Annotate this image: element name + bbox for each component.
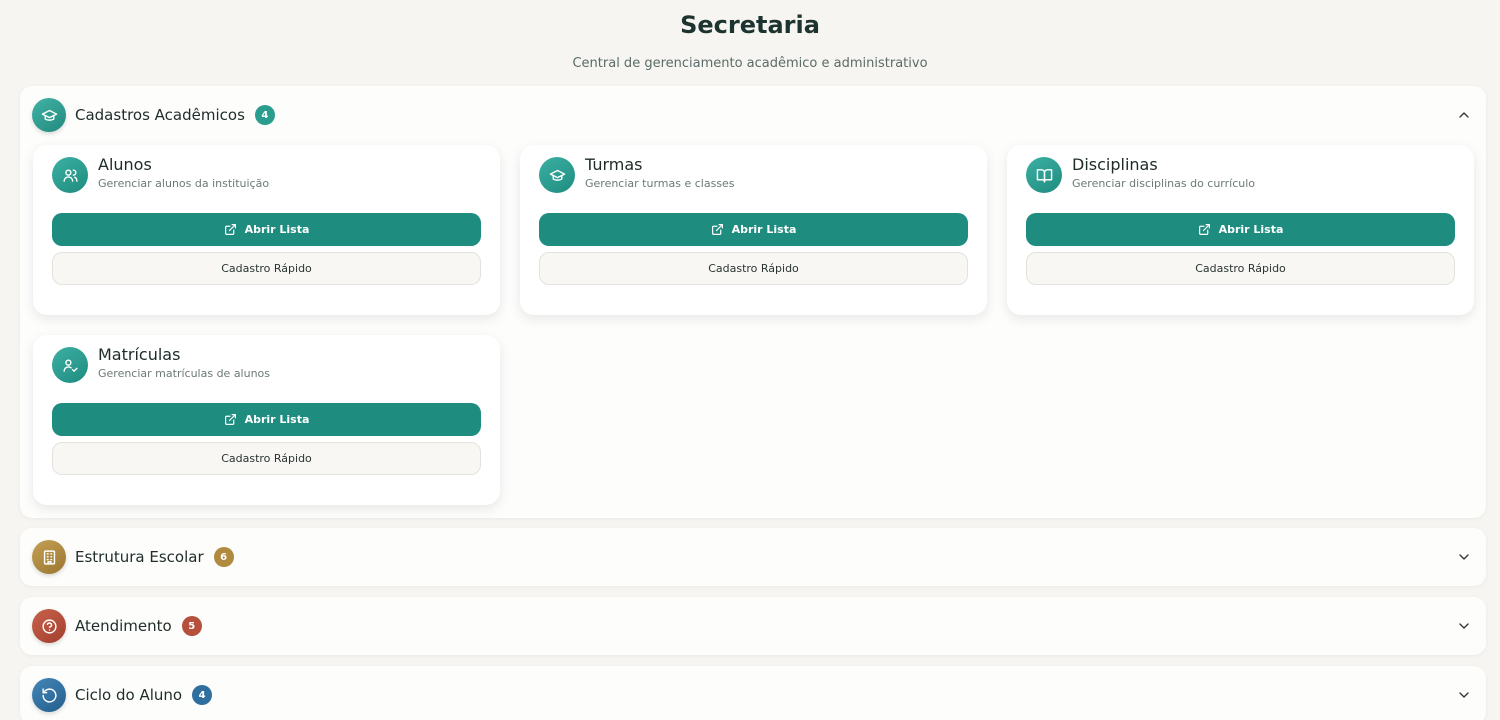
external-link-icon	[711, 224, 723, 235]
section-ciclo-do-aluno: Ciclo do Aluno 4	[20, 666, 1486, 720]
open-list-label: Abrir Lista	[244, 413, 310, 426]
card-title: Disciplinas	[1072, 155, 1158, 174]
external-link-icon	[224, 414, 236, 425]
card-description: Gerenciar alunos da instituição	[98, 177, 270, 190]
open-list-label: Abrir Lista	[731, 223, 797, 236]
card-title: Turmas	[585, 155, 643, 174]
card-description: Gerenciar disciplinas do currículo	[1072, 177, 1256, 190]
section-title: Ciclo do Aluno	[75, 686, 183, 704]
card-alunos: Alunos Gerenciar alunos da instituição A…	[33, 145, 500, 315]
card-title: Matrículas	[98, 345, 181, 364]
section-title: Atendimento	[75, 617, 172, 635]
section-cadastros-academicos: Cadastros Acadêmicos 4 Alunos Gerenciar …	[20, 86, 1486, 518]
users-icon	[52, 157, 88, 193]
help-circle-icon	[32, 609, 66, 643]
quick-register-button[interactable]: Cadastro Rápido	[52, 442, 481, 475]
section-atendimento: Atendimento 5	[20, 597, 1486, 655]
page-title: Secretaria	[680, 11, 820, 39]
open-list-label: Abrir Lista	[244, 223, 310, 236]
chevron-down-icon[interactable]	[1456, 687, 1472, 703]
count-badge: 5	[181, 616, 202, 636]
section-title: Cadastros Acadêmicos	[75, 106, 245, 124]
section-header-ciclo-do-aluno[interactable]: Ciclo do Aluno 4	[20, 666, 1486, 720]
section-header-cadastros-academicos[interactable]: Cadastros Acadêmicos 4	[20, 86, 1486, 144]
user-check-icon	[52, 347, 88, 383]
section-header-atendimento[interactable]: Atendimento 5	[20, 597, 1486, 655]
card-description: Gerenciar matrículas de alunos	[98, 367, 271, 380]
card-title: Alunos	[98, 155, 152, 174]
card-description: Gerenciar turmas e classes	[585, 177, 735, 190]
card-turmas: Turmas Gerenciar turmas e classes Abrir …	[520, 145, 987, 315]
card-matriculas: Matrículas Gerenciar matrículas de aluno…	[33, 335, 500, 505]
card-disciplinas: Disciplinas Gerenciar disciplinas do cur…	[1007, 145, 1474, 315]
graduation-cap-icon	[539, 157, 575, 193]
open-list-button[interactable]: Abrir Lista	[539, 213, 968, 246]
section-header-estrutura-escolar[interactable]: Estrutura Escolar 6	[20, 528, 1486, 586]
book-open-icon	[1026, 157, 1062, 193]
open-list-button[interactable]: Abrir Lista	[52, 403, 481, 436]
chevron-down-icon[interactable]	[1456, 618, 1472, 634]
open-list-label: Abrir Lista	[1218, 223, 1284, 236]
page-subtitle: Central de gerenciamento acadêmico e adm…	[572, 56, 928, 71]
section-estrutura-escolar: Estrutura Escolar 6	[20, 528, 1486, 586]
chevron-down-icon[interactable]	[1456, 549, 1472, 565]
count-badge: 4	[254, 105, 275, 125]
graduation-cap-icon	[32, 98, 66, 132]
rotate-icon	[32, 678, 66, 712]
external-link-icon	[224, 224, 236, 235]
open-list-button[interactable]: Abrir Lista	[52, 213, 481, 246]
count-badge: 4	[192, 685, 213, 705]
external-link-icon	[1198, 224, 1210, 235]
chevron-up-icon[interactable]	[1456, 107, 1472, 123]
section-title: Estrutura Escolar	[75, 548, 204, 566]
count-badge: 6	[213, 547, 234, 567]
page-header: Secretaria Central de gerenciamento acad…	[0, 0, 1500, 74]
building-icon	[32, 540, 66, 574]
quick-register-button[interactable]: Cadastro Rápido	[539, 252, 968, 285]
quick-register-button[interactable]: Cadastro Rápido	[1026, 252, 1455, 285]
quick-register-button[interactable]: Cadastro Rápido	[52, 252, 481, 285]
open-list-button[interactable]: Abrir Lista	[1026, 213, 1455, 246]
